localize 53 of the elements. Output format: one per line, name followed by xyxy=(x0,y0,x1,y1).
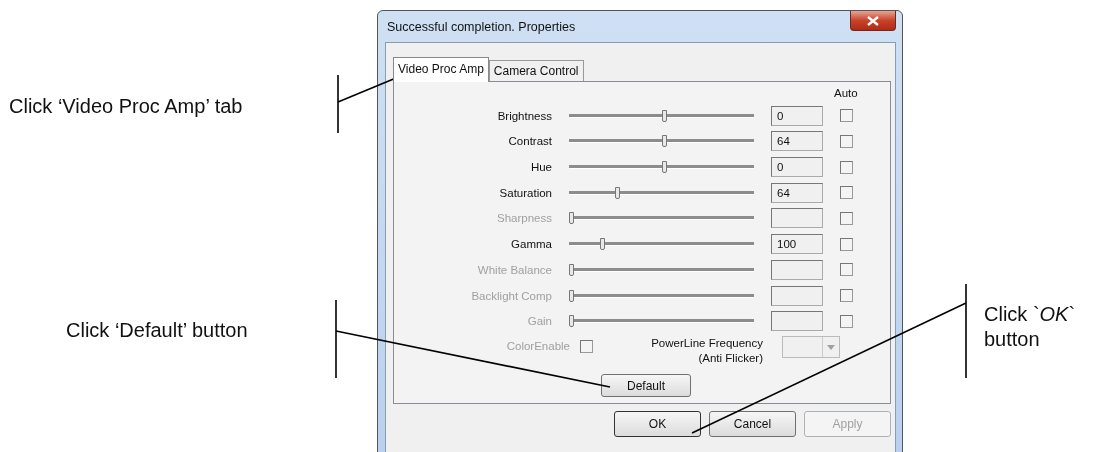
caret-icon xyxy=(827,344,835,350)
slider[interactable] xyxy=(569,211,754,226)
callout-text: Click `OK` button xyxy=(984,302,1077,352)
auto-checkbox[interactable] xyxy=(840,160,853,174)
property-label: Gamma xyxy=(510,238,552,251)
value-field[interactable]: 0 xyxy=(771,157,823,178)
dialog-button[interactable]: Cancel xyxy=(709,411,796,437)
powerline-label: PowerLine Frequency xyxy=(651,336,763,352)
property-label: Sharpness xyxy=(496,212,552,225)
value-field[interactable] xyxy=(771,285,823,306)
property-label: Gain xyxy=(526,315,552,328)
auto-checkbox[interactable] xyxy=(840,109,853,123)
tab[interactable]: Camera Control xyxy=(488,60,584,81)
value-field[interactable]: 64 xyxy=(771,182,823,203)
slider[interactable] xyxy=(569,314,754,329)
property-label: Saturation xyxy=(498,186,552,199)
slider-thumb[interactable] xyxy=(661,109,667,122)
slider[interactable] xyxy=(569,262,754,277)
close-icon xyxy=(867,15,879,26)
default-button[interactable]: Default xyxy=(601,374,691,398)
slider-thumb[interactable] xyxy=(661,135,667,148)
callout-text: Click ‘Video Proc Amp’ tab xyxy=(9,94,243,119)
property-label: Backlight Comp xyxy=(470,289,552,302)
value-field[interactable]: 0 xyxy=(771,105,823,126)
tab[interactable]: Video Proc Amp xyxy=(393,57,489,82)
slider[interactable] xyxy=(569,134,754,149)
property-label: Hue xyxy=(529,161,552,174)
slider-thumb[interactable] xyxy=(661,161,667,174)
value-field[interactable] xyxy=(771,311,823,332)
auto-checkbox[interactable] xyxy=(840,134,853,148)
slider[interactable] xyxy=(569,185,754,200)
close-button[interactable] xyxy=(850,11,896,31)
value-field[interactable]: 64 xyxy=(771,131,823,152)
slider[interactable] xyxy=(569,160,754,175)
auto-checkbox[interactable] xyxy=(840,237,853,251)
value-field[interactable]: 100 xyxy=(771,234,823,255)
slider[interactable] xyxy=(569,108,754,123)
dialog-button[interactable]: OK xyxy=(614,411,701,437)
property-label: Brightness xyxy=(496,109,552,122)
powerline-sublabel: (Anti Flicker) xyxy=(698,351,763,367)
slider[interactable] xyxy=(569,288,754,303)
color-enable-label: ColorEnable xyxy=(505,339,570,353)
column-header: Auto xyxy=(834,87,858,99)
slider-thumb[interactable] xyxy=(600,238,606,251)
property-label: Contrast xyxy=(507,135,552,148)
window-title: Successful completion. Properties xyxy=(386,19,576,34)
slider-thumb[interactable] xyxy=(615,186,621,199)
callout-text: Click ‘Default’ button xyxy=(66,318,248,343)
auto-checkbox[interactable] xyxy=(840,186,853,200)
value-field[interactable] xyxy=(771,259,823,280)
value-field[interactable] xyxy=(771,208,823,229)
property-label: White Balance xyxy=(476,263,552,276)
slider[interactable] xyxy=(569,237,754,252)
